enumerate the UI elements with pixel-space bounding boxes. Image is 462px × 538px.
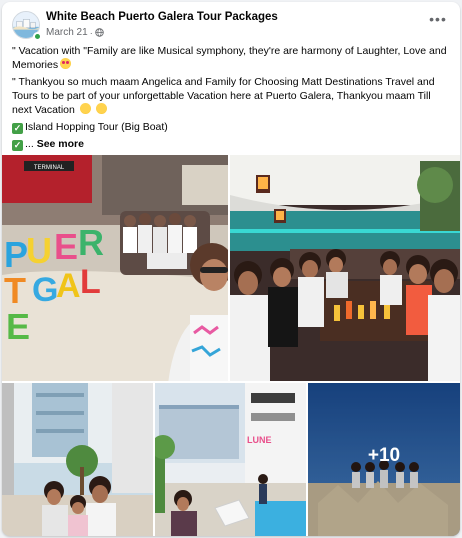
resort-sign: LUNE — [247, 435, 272, 445]
quote-text-1: " Vacation with "Family are like Musical… — [12, 45, 447, 71]
photo-image: LUNE — [155, 383, 306, 536]
photo-image — [230, 155, 460, 381]
see-more-link[interactable]: See more — [37, 138, 84, 150]
heart-eyes-emoji-icon — [60, 58, 72, 69]
post-date[interactable]: March 21 — [46, 27, 88, 38]
more-options-button[interactable]: ••• — [426, 11, 450, 30]
resort-sign-text: LUNE — [247, 435, 272, 445]
sign-letter: E — [54, 226, 78, 267]
post-text-paragraph-4: ✓... See more — [12, 137, 452, 151]
post-header: White Beach Puerto Galera Tour Packages … — [2, 2, 460, 42]
more-photos-overlay[interactable]: +10 — [308, 383, 460, 536]
sign-letter: A — [56, 267, 81, 305]
page-name-link[interactable]: White Beach Puerto Galera Tour Packages — [46, 11, 278, 23]
meta-separator: · — [89, 27, 93, 38]
more-photos-count: +10 — [367, 445, 401, 466]
check-mark-button-icon: ✓ — [12, 140, 23, 151]
terminal-sign-text: TERMINAL — [34, 165, 65, 171]
photo-resort-building[interactable]: LUNE — [155, 383, 306, 536]
online-status-indicator — [33, 32, 42, 41]
tour-name: Island Hopping Tour (Big Boat) — [25, 121, 168, 133]
more-horizontal-icon: ••• — [429, 11, 447, 27]
ellipsis-text: ... — [25, 138, 34, 150]
sign-letter: E — [6, 306, 30, 347]
post-text-paragraph-3: ✓ Island Hopping Tour (Big Boat) — [12, 120, 452, 134]
sign-letter: L — [80, 263, 101, 301]
photo-image — [2, 383, 153, 536]
photo-resort-pool-family[interactable] — [2, 383, 153, 536]
photo-image: TERMINAL P U E R T G A L E — [2, 155, 228, 381]
photo-sand-castle-more[interactable]: +10 — [308, 383, 460, 536]
post-card: White Beach Puerto Galera Tour Packages … — [2, 2, 460, 536]
kissing-emoji-icon — [95, 103, 107, 114]
post-text-paragraph-2: " Thankyou so much maam Angelica and Fam… — [12, 75, 452, 117]
globe-icon[interactable] — [94, 28, 104, 37]
post-meta: March 21 · — [46, 27, 104, 38]
post-text-paragraph-1: " Vacation with "Family are like Musical… — [12, 44, 452, 72]
sign-letter: U — [26, 230, 52, 271]
quote-text-2: " Thankyou so much maam Angelica and Fam… — [12, 76, 435, 116]
sign-letter: T — [4, 270, 26, 311]
smiling-emoji-icon — [79, 103, 91, 114]
sign-letter: G — [32, 271, 58, 309]
check-mark-button-icon: ✓ — [12, 123, 23, 134]
post-text: " Vacation with "Family are like Musical… — [12, 44, 452, 154]
photo-grid: TERMINAL P U E R T G A L E LUNE +10 — [2, 155, 460, 536]
photo-restaurant-group[interactable] — [230, 155, 460, 381]
sign-letter: R — [78, 222, 104, 263]
photo-puerto-galera-sign[interactable]: TERMINAL P U E R T G A L E — [2, 155, 228, 381]
sign-letter: P — [4, 234, 28, 275]
